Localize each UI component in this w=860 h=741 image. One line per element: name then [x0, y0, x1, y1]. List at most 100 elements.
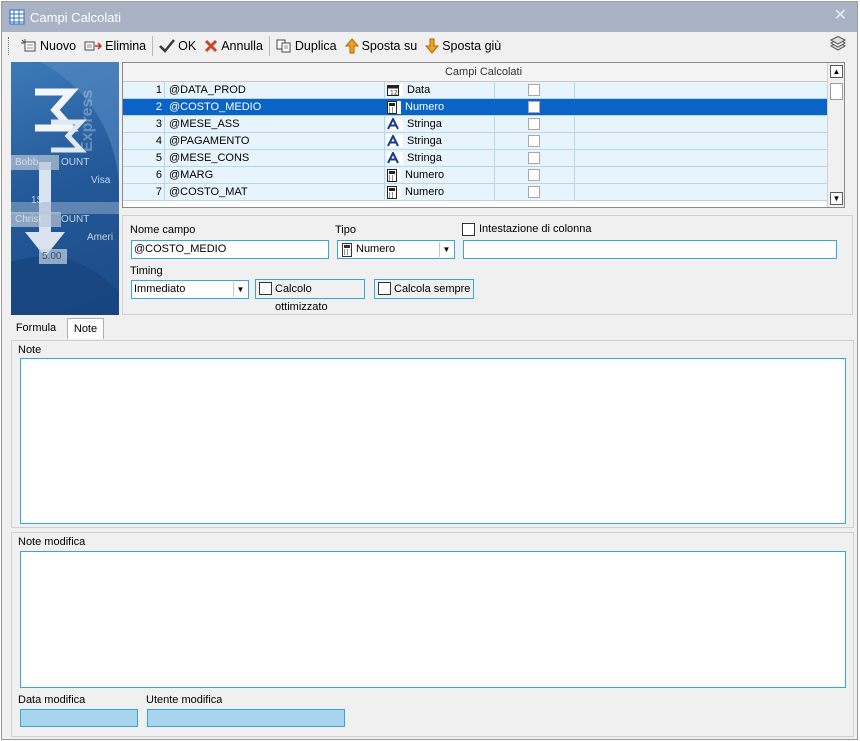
note-modifica-textarea[interactable] — [20, 551, 846, 688]
duplica-label: Duplica — [294, 39, 337, 53]
field-type-label: Stringa — [407, 152, 442, 164]
nome-campo-input[interactable]: @COSTO_MEDIO — [131, 240, 329, 259]
table-row[interactable]: 7 @COSTO_MAT Numero — [123, 184, 844, 201]
tipo-select[interactable]: Numero ▼ — [337, 240, 455, 259]
scroll-down-icon[interactable]: ▼ — [830, 192, 843, 205]
ghost-text: OUNT — [61, 214, 90, 225]
annulla-button[interactable]: Annulla — [200, 35, 267, 57]
field-name-cell[interactable]: @PAGAMENTO — [165, 133, 385, 149]
row-checkbox[interactable] — [528, 135, 540, 147]
calcolo-ottimizzato-toggle[interactable]: Calcolo ottimizzato — [255, 279, 365, 313]
row-checkbox[interactable] — [528, 152, 540, 164]
tab-note[interactable]: Note — [67, 318, 104, 339]
table-row[interactable]: 3 @MESE_ASS Stringa — [123, 116, 844, 133]
field-name-cell[interactable]: @DATA_PROD — [165, 82, 385, 98]
grid-app-icon — [9, 9, 25, 25]
row-number: 4 — [123, 133, 165, 149]
row-checkbox-cell[interactable] — [495, 99, 575, 115]
nuovo-button[interactable]: Nuovo — [17, 35, 80, 57]
elimina-label: Elimina — [105, 39, 147, 53]
table-row[interactable]: 2 @COSTO_MEDIO Numero — [123, 99, 844, 116]
calcolo-ottimizzato-checkbox[interactable] — [259, 282, 272, 295]
field-type-cell[interactable]: Numero — [385, 167, 495, 183]
data-modifica-label: Data modifica — [18, 694, 86, 706]
field-name-cell[interactable]: @MESE_CONS — [165, 150, 385, 166]
tipo-label: Tipo — [335, 224, 356, 236]
row-checkbox-cell[interactable] — [495, 82, 575, 98]
nome-campo-label: Nome campo — [130, 224, 196, 236]
table-row[interactable]: 4 @PAGAMENTO Stringa — [123, 133, 844, 150]
row-checkbox[interactable] — [528, 84, 540, 96]
calcola-sempre-toggle[interactable]: Calcola sempre — [374, 279, 474, 299]
elimina-button[interactable]: Elimina — [80, 35, 150, 57]
row-checkbox-cell[interactable] — [495, 167, 575, 183]
text-a-icon — [387, 135, 403, 147]
field-type-label: Numero — [405, 101, 445, 113]
field-name-cell[interactable]: @COSTO_MEDIO — [165, 99, 385, 115]
calcola-sempre-label: Calcola sempre — [394, 283, 471, 295]
row-checkbox[interactable] — [528, 169, 540, 181]
table-row[interactable]: 5 @MESE_CONS Stringa — [123, 150, 844, 167]
field-name-cell[interactable]: @MARG — [165, 167, 385, 183]
field-name-cell[interactable]: @COSTO_MAT — [165, 184, 385, 200]
ok-button[interactable]: OK — [155, 35, 200, 57]
chevron-down-icon[interactable]: ▼ — [439, 242, 453, 257]
tipo-value: Numero — [356, 243, 396, 255]
field-name-cell[interactable]: @MESE_ASS — [165, 116, 385, 132]
tab-formula[interactable]: Formula — [11, 318, 61, 339]
table-row[interactable]: 6 @MARG Numero — [123, 167, 844, 184]
ghost-text: 5.00 — [42, 251, 62, 262]
dialog-window: Campi Calcolati ✕ Nuovo Elimina OK Annul… — [1, 1, 858, 740]
utente-modifica-label: Utente modifica — [146, 694, 223, 706]
sposta-giu-button[interactable]: Sposta giù — [421, 35, 505, 57]
calcola-sempre-checkbox[interactable] — [378, 282, 391, 295]
utente-modifica-field — [147, 709, 345, 727]
row-checkbox-cell[interactable] — [495, 133, 575, 149]
ghost-text: Visa — [91, 175, 111, 186]
calculated-fields-grid: Campi Calcolati 1 @DATA_PROD 12 Data 2 @COSTO… — [122, 62, 845, 208]
book-icon[interactable] — [829, 35, 847, 55]
table-row[interactable]: 1 @DATA_PROD 12 Data — [123, 82, 844, 99]
grid-scrollbar[interactable]: ▲ ▼ — [827, 63, 844, 207]
toolbar-grip[interactable] — [8, 37, 11, 55]
row-checkbox-cell[interactable] — [495, 184, 575, 200]
row-checkbox-cell[interactable] — [495, 116, 575, 132]
ghost-text: OUNT — [61, 157, 90, 168]
note-modifica-label: Note modifica — [18, 536, 86, 548]
sposta-su-button[interactable]: Sposta su — [341, 35, 422, 57]
title-bar: Campi Calcolati ✕ — [2, 2, 857, 32]
field-type-cell[interactable]: 12 Data — [385, 82, 495, 98]
duplica-button[interactable]: Duplica — [272, 35, 341, 57]
note-section: Note — [11, 340, 854, 528]
text-a-icon — [387, 152, 403, 164]
arrow-up-icon — [344, 38, 359, 54]
field-type-cell[interactable]: Stringa — [385, 133, 495, 149]
toolbar: Nuovo Elimina OK Annulla Duplica Sposta … — [2, 32, 857, 60]
row-checkbox[interactable] — [528, 186, 540, 198]
field-type-label: Data — [407, 84, 431, 96]
toolbar-separator — [152, 36, 154, 56]
intestazione-input[interactable] — [463, 240, 837, 259]
row-checkbox[interactable] — [528, 118, 540, 130]
row-checkbox[interactable] — [528, 101, 540, 113]
row-checkbox-cell[interactable] — [495, 150, 575, 166]
timing-label: Timing — [130, 265, 163, 277]
calculator-icon — [387, 100, 401, 114]
window-title: Campi Calcolati — [30, 9, 122, 25]
field-type-cell[interactable]: Numero — [385, 184, 495, 200]
duplicate-icon — [276, 39, 291, 53]
field-type-cell[interactable]: Stringa — [385, 116, 495, 132]
chevron-down-icon[interactable]: ▼ — [233, 282, 247, 297]
scroll-thumb[interactable] — [830, 83, 843, 100]
field-type-cell[interactable]: Stringa — [385, 150, 495, 166]
field-type-label: Numero — [405, 169, 445, 181]
timing-select[interactable]: Immediato ▼ — [131, 280, 249, 299]
toolbar-separator — [268, 36, 270, 56]
field-type-cell[interactable]: Numero — [385, 99, 495, 115]
close-icon[interactable]: ✕ — [834, 8, 847, 24]
note-textarea[interactable] — [20, 358, 846, 524]
intestazione-checkbox[interactable] — [462, 223, 475, 236]
scroll-up-icon[interactable]: ▲ — [830, 65, 843, 78]
field-type-label: Numero — [405, 186, 445, 198]
ok-label: OK — [178, 39, 197, 53]
